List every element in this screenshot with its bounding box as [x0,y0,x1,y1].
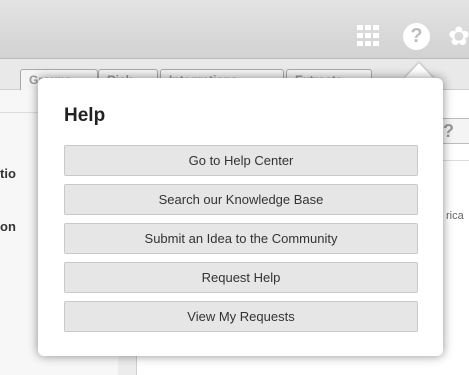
background-text-fragment: rica [446,210,464,222]
view-my-requests-button[interactable]: View My Requests [64,301,418,332]
search-knowledge-base-button[interactable]: Search our Knowledge Base [64,184,418,215]
help-icon[interactable]: ? [403,23,430,50]
help-popover: Help Go to Help Center Search our Knowle… [38,78,443,356]
background-help-icon[interactable]: ? [440,118,469,144]
app-grid-icon[interactable] [357,25,379,47]
go-to-help-center-button[interactable]: Go to Help Center [64,145,418,176]
top-header-bar: ? ✿ [0,0,469,59]
popover-arrow [404,63,434,79]
background-label: tio [0,166,16,181]
popover-title: Help [64,105,106,126]
submit-idea-button[interactable]: Submit an Idea to the Community [64,223,418,254]
background-label: on [0,219,16,234]
settings-gear-icon[interactable]: ✿ [448,21,469,51]
request-help-button[interactable]: Request Help [64,262,418,293]
